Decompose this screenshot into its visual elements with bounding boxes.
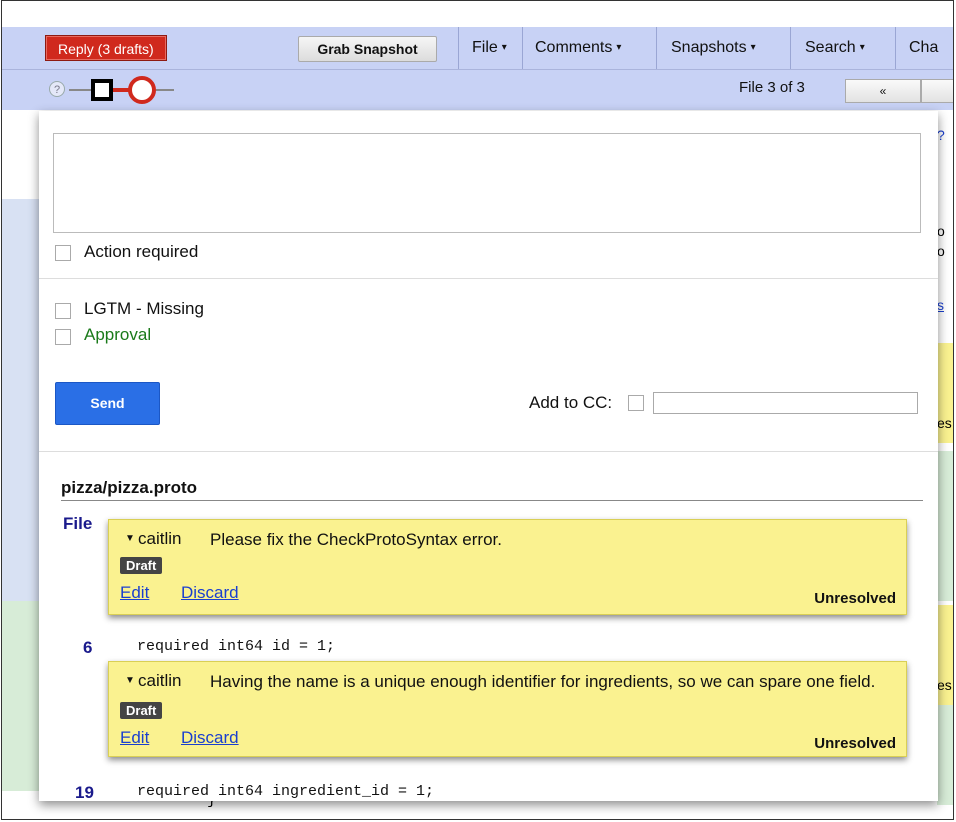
menu-separator [458,27,459,69]
menu-separator [790,27,791,69]
line-number: 19 [75,783,94,801]
background-diff-peek [937,705,953,805]
reply-button[interactable]: Reply (3 drafts) [45,35,167,61]
background-text-peek: es [937,677,952,693]
chevron-down-icon: ▾ [616,42,622,53]
draft-comment: ▼ caitlin Please fix the CheckProtoSynta… [108,519,907,615]
comment-author: caitlin [138,529,182,548]
timeline-connector [113,88,129,92]
lgtm-checkbox[interactable] [55,303,71,319]
discard-link[interactable]: Discard [181,728,239,748]
timeline-line [69,89,91,91]
menu-separator [522,27,523,69]
comment-text: Please fix the CheckProtoSyntax error. [210,530,502,549]
next-file-button[interactable] [921,79,953,103]
snapshots-menu[interactable]: Snapshots ▾ [671,27,756,69]
help-icon[interactable]: ? [49,81,65,97]
file-level-label: File [63,514,93,533]
timeline-line [156,89,174,91]
search-menu-label: Search [805,39,856,56]
edit-link[interactable]: Edit [120,583,149,603]
background-link-peek: s [937,297,944,313]
divider [39,451,938,452]
approval-label: Approval [84,325,152,344]
file-menu-label: File [472,39,498,56]
draft-badge: Draft [120,557,163,574]
previous-file-button[interactable]: « [845,79,921,103]
add-to-cc-label: Add to CC: [529,393,613,412]
resolution-status: Unresolved [814,735,896,752]
code-line: required int64 id = 1; [137,638,336,655]
background-peek [937,199,953,339]
comment-text: Having the name is a unique enough ident… [210,672,876,691]
grab-snapshot-button[interactable]: Grab Snapshot [298,36,437,62]
lgtm-label: LGTM - Missing [84,299,204,318]
comments-menu[interactable]: Comments ▾ [535,27,621,69]
background-link-peek: ? [937,127,945,143]
background-text-peek: o [937,243,945,259]
action-required-checkbox[interactable] [55,245,71,261]
approval-checkbox[interactable] [55,329,71,345]
file-heading-rule [61,500,923,501]
edit-link[interactable]: Edit [120,728,149,748]
file-menu[interactable]: File ▾ [472,27,507,69]
menu-separator [656,27,657,69]
send-button[interactable]: Send [55,382,160,425]
action-required-label: Action required [84,242,199,261]
add-to-cc-checkbox[interactable] [628,395,644,411]
chevron-down-icon: ▾ [750,42,756,53]
timeline-snapshot-marker[interactable] [91,79,113,101]
resolution-status: Unresolved [814,590,896,607]
discard-link[interactable]: Discard [181,583,239,603]
snapshots-menu-label: Snapshots [671,39,747,56]
code-review-window: Reply (3 drafts) Grab Snapshot File ▾ Com… [1,0,954,820]
menu-separator [895,27,896,69]
background-page-diff [2,601,40,791]
comment-author: caitlin [138,671,182,690]
reply-panel: Action required LGTM - Missing Approval … [39,111,938,801]
cc-input[interactable] [653,392,918,414]
draft-badge: Draft [120,702,163,719]
changes-menu[interactable]: Cha [909,27,938,69]
collapse-triangle-icon[interactable]: ▼ [125,533,135,544]
background-diff-peek [937,451,953,601]
file-path-heading: pizza/pizza.proto [61,478,197,497]
draft-comment: ▼ caitlin Having the name is a unique en… [108,661,907,757]
line-number: 6 [83,638,93,657]
code-line: required int64 ingredient_id = 1; [137,783,435,800]
background-text-peek: es [937,415,952,431]
search-menu[interactable]: Search ▾ [805,27,865,69]
chevron-down-icon: ▾ [859,42,865,53]
reply-message-input[interactable] [53,133,921,233]
timeline-current-marker[interactable] [128,76,156,104]
divider [39,278,938,279]
file-count: File 3 of 3 [739,79,805,96]
collapse-triangle-icon[interactable]: ▼ [125,675,135,686]
comments-menu-label: Comments [535,39,613,56]
chevron-down-icon: ▾ [501,42,507,53]
background-text-peek: o [937,223,945,239]
